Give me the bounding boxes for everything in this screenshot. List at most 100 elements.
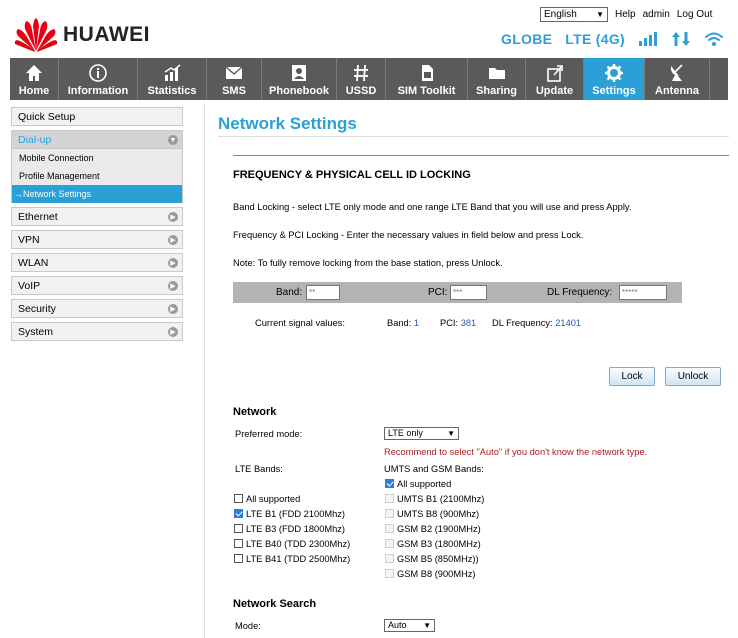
sidebar-item-label: WLAN [18, 256, 49, 269]
chevron-right-icon: ▶ [168, 258, 178, 268]
sidebar-item-label: Security [18, 302, 56, 315]
nav-phonebook[interactable]: Phonebook [262, 58, 337, 100]
nav-sharing-label: Sharing [476, 85, 517, 97]
sidebar-item-label: Quick Setup [18, 110, 76, 123]
current-dl-value: 21401 [555, 318, 582, 328]
sidebar-item-label: Dial-up [18, 133, 52, 146]
sidebar-item-label: System [18, 325, 54, 338]
network-type: LTE (4G) [565, 31, 625, 47]
operator-name: GLOBE [501, 31, 553, 47]
lte-b3-checkbox[interactable] [234, 524, 243, 533]
nav-settings[interactable]: Settings [584, 58, 645, 100]
nav-information-label: Information [67, 85, 129, 97]
lte-all-supported-checkbox[interactable] [234, 494, 243, 503]
sidebar-item-network-settings[interactable]: → Network Settings [12, 185, 182, 203]
nav-ussd[interactable]: USSD [337, 58, 386, 100]
gear-icon [605, 64, 623, 82]
dl-frequency-input[interactable]: ***** [619, 285, 667, 300]
sidebar-item-ethernet[interactable]: Ethernet ▶ [11, 207, 183, 226]
pci-field-label: PCI: [428, 287, 448, 298]
sidebar-item-dialup[interactable]: Dial-up ▼ [11, 130, 183, 149]
nav-ussd-label: USSD [345, 85, 377, 97]
lock-button[interactable]: Lock [609, 367, 655, 386]
chevron-right-icon: ▶ [168, 304, 178, 314]
chevron-right-icon: ▶ [168, 281, 178, 291]
umts-band-label: All supported [397, 479, 452, 489]
umts-b8-checkbox[interactable] [385, 509, 394, 518]
current-band-value: 1 [413, 318, 420, 328]
sidebar-item-mobile-connection[interactable]: Mobile Connection [12, 149, 182, 167]
umts-gsm-bands-label: UMTS and GSM Bands: [384, 464, 484, 474]
page-title: Network Settings [218, 114, 357, 133]
title-divider [218, 136, 729, 137]
update-icon [546, 65, 563, 82]
nav-sharing[interactable]: Sharing [468, 58, 526, 100]
sidebar-item-profile-management[interactable]: Profile Management [12, 167, 182, 185]
chevron-down-icon: ▼ [168, 135, 178, 145]
gsm-b3-checkbox[interactable] [385, 539, 394, 548]
band-input[interactable]: ** [306, 285, 340, 300]
chevron-right-icon: ▶ [168, 212, 178, 222]
umts-band-label: UMTS B8 (900Mhz) [397, 509, 480, 519]
lte-b1-checkbox[interactable] [234, 509, 243, 518]
nav-antenna-label: Antenna [655, 85, 699, 97]
logout-link[interactable]: Log Out [677, 9, 713, 20]
nav-statistics[interactable]: Statistics [138, 58, 207, 100]
current-pci: PCI: 381 [440, 318, 476, 328]
gsm-b5-checkbox[interactable] [385, 554, 394, 563]
chart-icon [164, 64, 181, 81]
nav-sms[interactable]: SMS [207, 58, 262, 100]
sidebar-item-security[interactable]: Security ▶ [11, 299, 183, 318]
chevron-right-icon: ▶ [168, 327, 178, 337]
sidebar-item-quick-setup[interactable]: Quick Setup [11, 107, 183, 126]
gsm-band-label: GSM B3 (1800MHz) [397, 539, 481, 549]
current-pci-label: PCI: [440, 318, 459, 328]
sidebar-item-voip[interactable]: VoIP ▶ [11, 276, 183, 295]
nav-home[interactable]: Home [10, 58, 59, 100]
pci-locking-text: Frequency & PCI Locking - Enter the nece… [233, 230, 584, 240]
help-link[interactable]: Help [615, 9, 636, 20]
nav-sim-toolkit-label: SIM Toolkit [397, 85, 456, 97]
home-icon [26, 65, 42, 81]
info-icon [89, 64, 107, 82]
chevron-down-icon: ▼ [596, 10, 604, 19]
language-select[interactable]: English ▼ [540, 7, 608, 22]
unlock-button[interactable]: Unlock [665, 367, 721, 386]
umts-all-supported-checkbox[interactable] [385, 479, 394, 488]
locking-section-title: FREQUENCY & PHYSICAL CELL ID LOCKING [233, 169, 471, 181]
sidebar: Quick Setup Dial-up ▼ Mobile Connection … [11, 107, 183, 345]
status-bar: GLOBE LTE (4G) [501, 31, 724, 47]
preferred-mode-select[interactable]: LTE only ▼ [384, 427, 459, 440]
lte-b40-checkbox[interactable] [234, 539, 243, 548]
search-mode-select[interactable]: Auto ▼ [384, 619, 435, 632]
network-search-title: Network Search [233, 598, 317, 610]
sidebar-item-vpn[interactable]: VPN ▶ [11, 230, 183, 249]
section-divider [233, 155, 729, 156]
envelope-icon [225, 66, 243, 79]
dialup-submenu: Mobile Connection Profile Management → Ne… [11, 149, 183, 203]
gsm-b8-checkbox[interactable] [385, 569, 394, 578]
nav-sim-toolkit[interactable]: SIM Toolkit [386, 58, 468, 100]
lock-fields-bar: Band: ** PCI: *** DL Frequency: ***** [233, 282, 682, 303]
user-link[interactable]: admin [643, 9, 670, 20]
gsm-b2-checkbox[interactable] [385, 524, 394, 533]
sidebar-item-system[interactable]: System ▶ [11, 322, 183, 341]
sidebar-item-wlan[interactable]: WLAN ▶ [11, 253, 183, 272]
pci-input[interactable]: *** [450, 285, 487, 300]
lte-band-label: All supported [246, 494, 301, 504]
current-dl-label: DL Frequency: [492, 318, 553, 328]
current-pci-value: 381 [460, 318, 477, 328]
nav-information[interactable]: Information [59, 58, 138, 100]
lte-band-label: LTE B40 (TDD 2300Mhz) [246, 539, 351, 549]
arrow-right-icon: → [14, 189, 23, 199]
current-band: Band: 1 [387, 318, 419, 328]
huawei-logo: HUAWEI [14, 17, 150, 53]
gsm-band-label: GSM B2 (1900MHz) [397, 524, 481, 534]
chevron-down-icon: ▼ [447, 429, 455, 438]
umts-b1-checkbox[interactable] [385, 494, 394, 503]
chevron-down-icon: ▼ [423, 621, 431, 630]
nav-phonebook-label: Phonebook [269, 85, 329, 97]
lte-b41-checkbox[interactable] [234, 554, 243, 563]
nav-update[interactable]: Update [526, 58, 584, 100]
nav-antenna[interactable]: Antenna [645, 58, 710, 100]
